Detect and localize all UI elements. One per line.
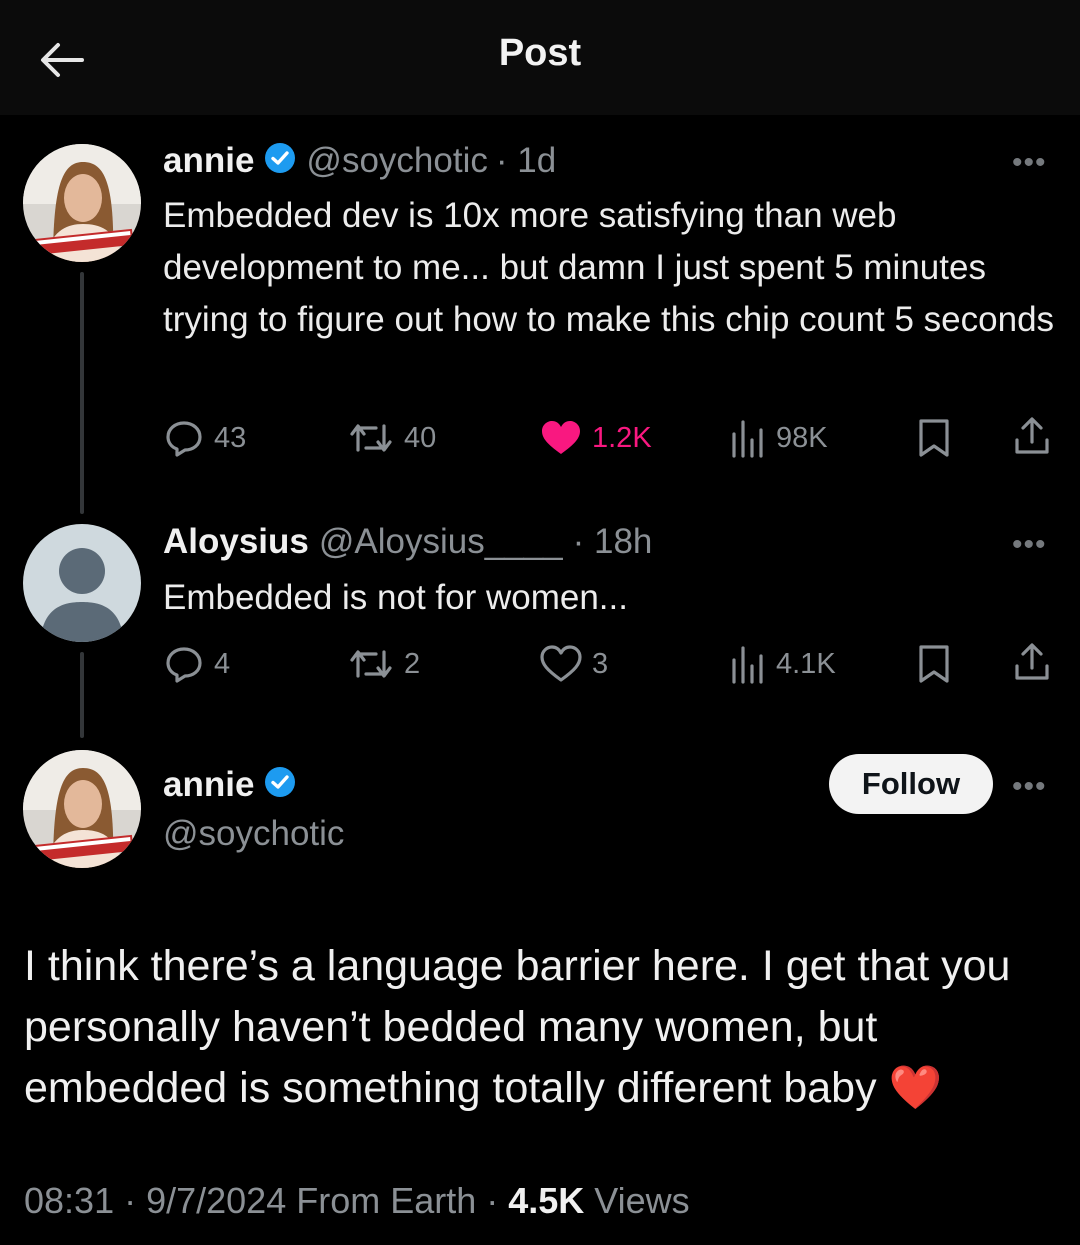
reply-button[interactable]: 4	[164, 644, 230, 684]
verified-badge-icon	[262, 764, 298, 805]
reply-icon	[164, 644, 204, 684]
post-time: · 18h	[572, 522, 653, 561]
more-options-icon[interactable]: •••	[1012, 146, 1047, 180]
heart-filled-icon	[540, 418, 582, 458]
bookmark-icon	[918, 644, 950, 684]
share-button[interactable]	[1012, 416, 1052, 456]
page-title: Post	[498, 32, 582, 74]
tweet-header: Aloysius @Aloysius____ · 18h	[163, 522, 652, 562]
default-avatar[interactable]	[23, 524, 141, 642]
like-count: 3	[592, 647, 609, 680]
like-button[interactable]: 3	[540, 644, 608, 684]
tweet-header: annie @soychotic · 1d	[163, 140, 556, 181]
views-button[interactable]: 4.1K	[730, 644, 836, 684]
reply-icon	[164, 418, 204, 458]
author-name[interactable]: Aloysius	[163, 522, 309, 562]
bookmark-button[interactable]	[918, 418, 950, 458]
like-button[interactable]: 1.2K	[540, 418, 652, 458]
verified-badge-icon	[262, 140, 298, 181]
repost-count: 40	[404, 421, 437, 454]
views-total[interactable]: 4.5K	[508, 1180, 584, 1221]
repost-button[interactable]: 2	[348, 644, 420, 684]
views-icon	[730, 644, 766, 684]
tweet-actions: 4 2 3 4.1K	[0, 640, 1080, 690]
views-count: 4.1K	[776, 647, 836, 680]
share-button[interactable]	[1012, 642, 1052, 682]
reply-count: 43	[214, 421, 247, 454]
share-icon	[1012, 416, 1052, 456]
author-handle[interactable]: @soychotic	[163, 814, 344, 854]
repost-count: 2	[404, 647, 421, 680]
post-text-content: I think there’s a language barrier here.…	[24, 942, 1011, 1112]
bookmark-icon	[918, 418, 950, 458]
reply-count: 4	[214, 647, 231, 680]
views-icon	[730, 418, 766, 458]
repost-icon	[348, 418, 394, 458]
avatar[interactable]	[23, 750, 141, 868]
avatar[interactable]	[23, 144, 141, 262]
tweet-actions: 43 40 1.2K 98K	[0, 414, 1080, 464]
views-button[interactable]: 98K	[730, 418, 828, 458]
post-timestamp: 08:31 · 9/7/2024 From Earth ·	[24, 1180, 509, 1221]
tweet-text: Embedded dev is 10x more satisfying than…	[163, 196, 1055, 339]
repost-icon	[348, 644, 394, 684]
author-name[interactable]: annie	[163, 765, 254, 805]
more-options-icon[interactable]: •••	[1012, 528, 1047, 562]
repost-button[interactable]: 40	[348, 418, 436, 458]
tweet-text: Embedded is not for women...	[163, 578, 628, 617]
red-heart-emoji: ❤️	[888, 1064, 943, 1112]
author-name-row: annie	[163, 764, 298, 805]
reply-button[interactable]: 43	[164, 418, 246, 458]
author-handle[interactable]: @Aloysius____	[319, 522, 563, 562]
more-options-icon[interactable]: •••	[1012, 770, 1047, 804]
thread-line	[80, 272, 84, 514]
heart-icon	[540, 644, 582, 684]
bookmark-button[interactable]	[918, 644, 950, 684]
author-name[interactable]: annie	[163, 141, 254, 181]
follow-button[interactable]: Follow	[829, 754, 993, 814]
post-time: · 1d	[495, 140, 557, 180]
author-handle[interactable]: @soychotic	[306, 141, 487, 181]
views-count: 98K	[776, 421, 828, 454]
share-icon	[1012, 642, 1052, 682]
views-label: Views	[584, 1180, 690, 1221]
post-meta: 08:31 · 9/7/2024 From Earth · 4.5K Views	[24, 1180, 690, 1222]
like-count: 1.2K	[592, 421, 652, 454]
post-text: I think there’s a language barrier here.…	[24, 936, 1064, 1119]
